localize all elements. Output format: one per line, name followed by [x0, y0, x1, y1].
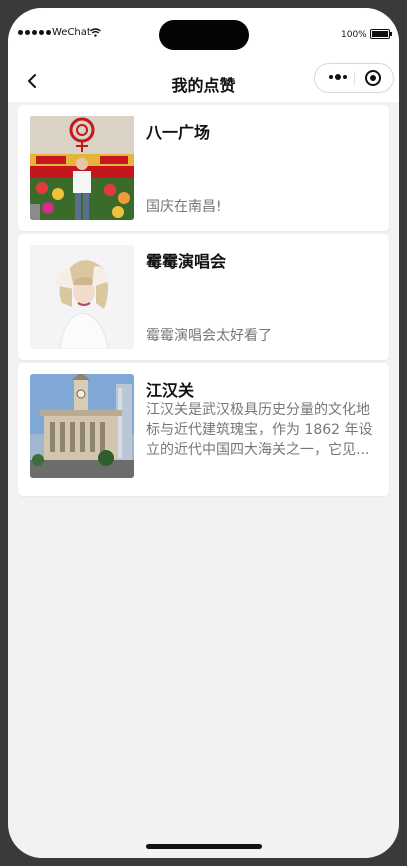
- carrier-label: WeChat: [52, 27, 91, 38]
- home-indicator: [146, 844, 262, 849]
- target-close-icon[interactable]: [365, 70, 381, 86]
- navigation-bar: 我的点赞: [8, 62, 399, 102]
- item-description: 霉霉演唱会太好看了: [146, 328, 272, 344]
- phone-screen: WeChat 100% 我的点赞 八一广场 国庆在南昌! 霉霉演唱会 霉霉演唱会…: [8, 8, 399, 858]
- battery-icon: [370, 29, 392, 39]
- item-thumbnail: [30, 245, 134, 349]
- item-description: 国庆在南昌!: [146, 199, 222, 215]
- liked-list: 八一广场 国庆在南昌! 霉霉演唱会 霉霉演唱会太好看了 江汉关 江汉关是武汉极具…: [18, 105, 389, 499]
- status-bar: WeChat 100%: [8, 8, 399, 62]
- more-dots-icon[interactable]: [325, 68, 351, 86]
- list-item[interactable]: 江汉关 江汉关是武汉极具历史分量的文化地标与近代建筑瑰宝，作为 1862 年设立…: [18, 363, 389, 496]
- battery-percentage: 100%: [341, 30, 367, 40]
- wifi-icon: [90, 28, 101, 40]
- mini-program-capsule: [314, 63, 394, 93]
- item-thumbnail: [30, 116, 134, 220]
- item-thumbnail: [30, 374, 134, 478]
- camera-notch: [159, 20, 249, 50]
- item-description: 江汉关是武汉极具历史分量的文化地标与近代建筑瑰宝，作为 1862 年设立的近代中…: [146, 402, 373, 458]
- capsule-divider: [354, 71, 355, 85]
- item-title: 八一广场: [146, 123, 211, 142]
- list-item[interactable]: 八一广场 国庆在南昌!: [18, 105, 389, 231]
- list-item[interactable]: 霉霉演唱会 霉霉演唱会太好看了: [18, 234, 389, 360]
- item-title: 江汉关: [146, 381, 195, 400]
- signal-icon: [18, 30, 51, 35]
- item-title: 霉霉演唱会: [146, 252, 227, 271]
